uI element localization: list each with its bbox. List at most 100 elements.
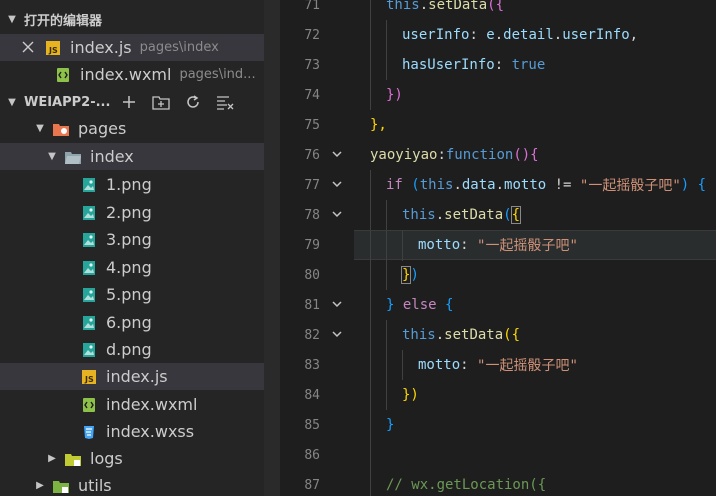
fold-chevron-icon[interactable]: [320, 178, 354, 193]
tree-file-image[interactable]: 3.png: [0, 226, 264, 253]
code-line[interactable]: 87 // wx.getLocation({: [280, 470, 716, 496]
indent-guide: [402, 231, 403, 261]
code-content[interactable]: motto: "一起摇骰子吧": [354, 230, 716, 261]
refresh-icon[interactable]: [184, 93, 202, 111]
tree-item-label: d.png: [106, 340, 152, 359]
code-token: this: [402, 327, 436, 343]
code-line[interactable]: 84}): [280, 380, 716, 410]
tree-file-image[interactable]: 2.png: [0, 199, 264, 226]
collapse-all-icon[interactable]: [216, 93, 234, 111]
indent-guide: [370, 50, 371, 80]
code-content[interactable]: yaoyiyao: function(){: [354, 140, 716, 170]
image-file-icon: [80, 259, 98, 277]
code-line[interactable]: 76 yaoyiyao: function(){: [280, 140, 716, 170]
code-token: :: [460, 357, 478, 373]
code-content[interactable]: }): [354, 380, 716, 410]
indent-guide: [370, 440, 371, 470]
line-number: 87: [304, 477, 320, 493]
code-token: setData: [444, 327, 504, 343]
code-line[interactable]: 81 } else {: [280, 290, 716, 320]
code-token: :: [469, 27, 487, 43]
code-token: userInfo: [402, 27, 470, 43]
tree-item-label: 2.png: [106, 203, 152, 222]
code-content[interactable]: userInfo: e. detail. userInfo,: [354, 20, 716, 50]
fold-chevron-icon[interactable]: [320, 328, 354, 343]
line-number: 83: [304, 357, 320, 373]
code-line[interactable]: 83 motto: "一起摇骰子吧": [280, 350, 716, 380]
code-content[interactable]: hasUserInfo: true: [354, 50, 716, 80]
code-line[interactable]: 86: [280, 440, 716, 470]
tree-folder-logs[interactable]: ▶ logs: [0, 445, 264, 472]
indent-guide: [370, 200, 371, 230]
close-icon[interactable]: [0, 38, 36, 57]
code-line[interactable]: 75},: [280, 110, 716, 140]
code-content[interactable]: } else {: [354, 290, 716, 320]
code-content[interactable]: },: [354, 110, 716, 140]
code-content[interactable]: this. setData({: [354, 320, 716, 350]
fold-chevron-icon[interactable]: [320, 208, 354, 223]
tree-item-label: utils: [78, 476, 112, 495]
tree-file-image[interactable]: 1.png: [0, 171, 264, 198]
open-editors-header[interactable]: ▼ 打开的编辑器: [0, 8, 264, 30]
fold-chevron-icon[interactable]: [320, 298, 354, 313]
code-token: }: [400, 266, 412, 284]
tree-file-index-wxss[interactable]: index.wxss: [0, 418, 264, 445]
tree-folder-pages[interactable]: ▼ pages: [0, 115, 264, 142]
tree-folder-index[interactable]: ▼ index: [0, 143, 264, 170]
line-number: 81: [304, 297, 320, 313]
code-content[interactable]: this. setData({: [354, 200, 716, 230]
tree-item-label: index.wxml: [106, 395, 198, 414]
code-content[interactable]: [354, 440, 716, 470]
indent-guide: [386, 231, 387, 261]
code-line[interactable]: 79 motto: "一起摇骰子吧": [280, 230, 716, 261]
project-header[interactable]: ▼ WEIAPP2-...: [0, 91, 264, 113]
line-number: 79: [304, 237, 320, 253]
code-line[interactable]: 80}): [280, 260, 716, 290]
code-line[interactable]: 72 userInfo: e. detail. userInfo,: [280, 20, 716, 50]
code-token: "一起摇骰子吧": [477, 358, 578, 374]
code-token: .: [553, 27, 563, 43]
tree-file-image[interactable]: 5.png: [0, 281, 264, 308]
new-folder-icon[interactable]: [152, 93, 171, 111]
tree-folder-utils[interactable]: ▶ utils: [0, 472, 264, 496]
open-editor-index-wxml[interactable]: index.wxml pages\ind...: [0, 61, 264, 88]
code-token: }): [386, 87, 403, 103]
fold-chevron-icon[interactable]: [320, 148, 354, 163]
tree-file-index-wxml[interactable]: index.wxml: [0, 391, 264, 418]
code-editor[interactable]: 71 this. setData({72 userInfo: e. detail. use…: [280, 0, 716, 496]
image-file-icon: [80, 314, 98, 332]
code-line[interactable]: 78 this. setData({: [280, 200, 716, 230]
code-line[interactable]: 85}: [280, 410, 716, 440]
code-token: !=: [546, 177, 580, 193]
image-file-icon: [80, 231, 98, 249]
line-number: 86: [304, 447, 320, 463]
tree-file-image[interactable]: 6.png: [0, 309, 264, 336]
new-file-icon[interactable]: [120, 93, 138, 111]
code-content[interactable]: }: [354, 410, 716, 440]
code-token: (: [503, 207, 512, 223]
tree-file-image[interactable]: d.png: [0, 336, 264, 363]
code-token: }: [386, 297, 403, 313]
sidebar-scrollbar[interactable]: [264, 0, 280, 496]
code-content[interactable]: }): [354, 80, 716, 110]
code-content[interactable]: if (this. data. motto != "一起摇骰子吧") {: [354, 170, 716, 200]
tree-item-label: index.js: [106, 367, 168, 386]
line-number: 78: [304, 207, 320, 223]
indent-guide: [370, 470, 371, 496]
code-content[interactable]: // wx.getLocation({: [354, 470, 716, 496]
tree-file-image[interactable]: 4.png: [0, 254, 264, 281]
code-content[interactable]: this. setData({: [354, 0, 716, 20]
code-line[interactable]: 77 if (this. data. motto != "一起摇骰子吧") {: [280, 170, 716, 200]
code-line[interactable]: 71 this. setData({: [280, 0, 716, 20]
open-editor-path: pages\index: [139, 40, 219, 55]
tree-file-index-js[interactable]: JS index.js: [0, 363, 264, 390]
code-content[interactable]: }): [354, 260, 716, 290]
code-content[interactable]: motto: "一起摇骰子吧": [354, 350, 716, 380]
open-editor-index-js[interactable]: JS index.js pages\index: [0, 34, 264, 61]
code-line[interactable]: 74}): [280, 80, 716, 110]
code-line[interactable]: 73 hasUserInfo: true: [280, 50, 716, 80]
indent-guide: [370, 350, 371, 380]
chevron-down-icon: ▼: [8, 96, 16, 108]
code-token: motto: [418, 357, 461, 373]
code-line[interactable]: 82 this. setData({: [280, 320, 716, 350]
